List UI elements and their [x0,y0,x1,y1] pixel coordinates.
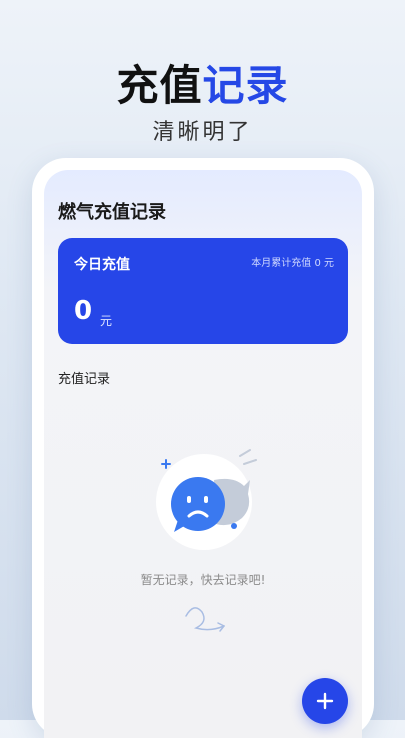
promo-title-accent: 记录 [202,61,289,110]
recharge-summary-card: 今日充值 本月累计充值 0 元 0 元 [58,238,348,344]
today-recharge-label: 今日充值 [74,257,130,273]
today-amount: 0 [74,296,93,326]
month-total-text: 本月累计充值 0 元 [251,258,334,269]
promo-headline: 充值记录 [0,52,405,113]
app-screen: 燃气充值记录 今日充值 本月累计充值 0 元 0 元 充值记录 暂无记录，快去记… [44,170,362,738]
page-title: 燃气充值记录 [58,202,166,223]
phone-frame: 燃气充值记录 今日充值 本月累计充值 0 元 0 元 充值记录 暂无记录，快去记… [32,158,374,738]
add-record-button[interactable] [302,678,348,724]
squiggle-arrow-icon [185,607,226,632]
promo-subtitle: 清晰明了 [152,120,253,145]
empty-sad-face-icon [156,449,257,550]
plus-icon [316,692,334,710]
records-section-label: 充值记录 [58,372,111,387]
amount-unit: 元 [100,314,113,328]
promo-title-main: 充值 [116,61,203,110]
empty-state-text: 暂无记录，快去记录吧! [140,573,266,587]
